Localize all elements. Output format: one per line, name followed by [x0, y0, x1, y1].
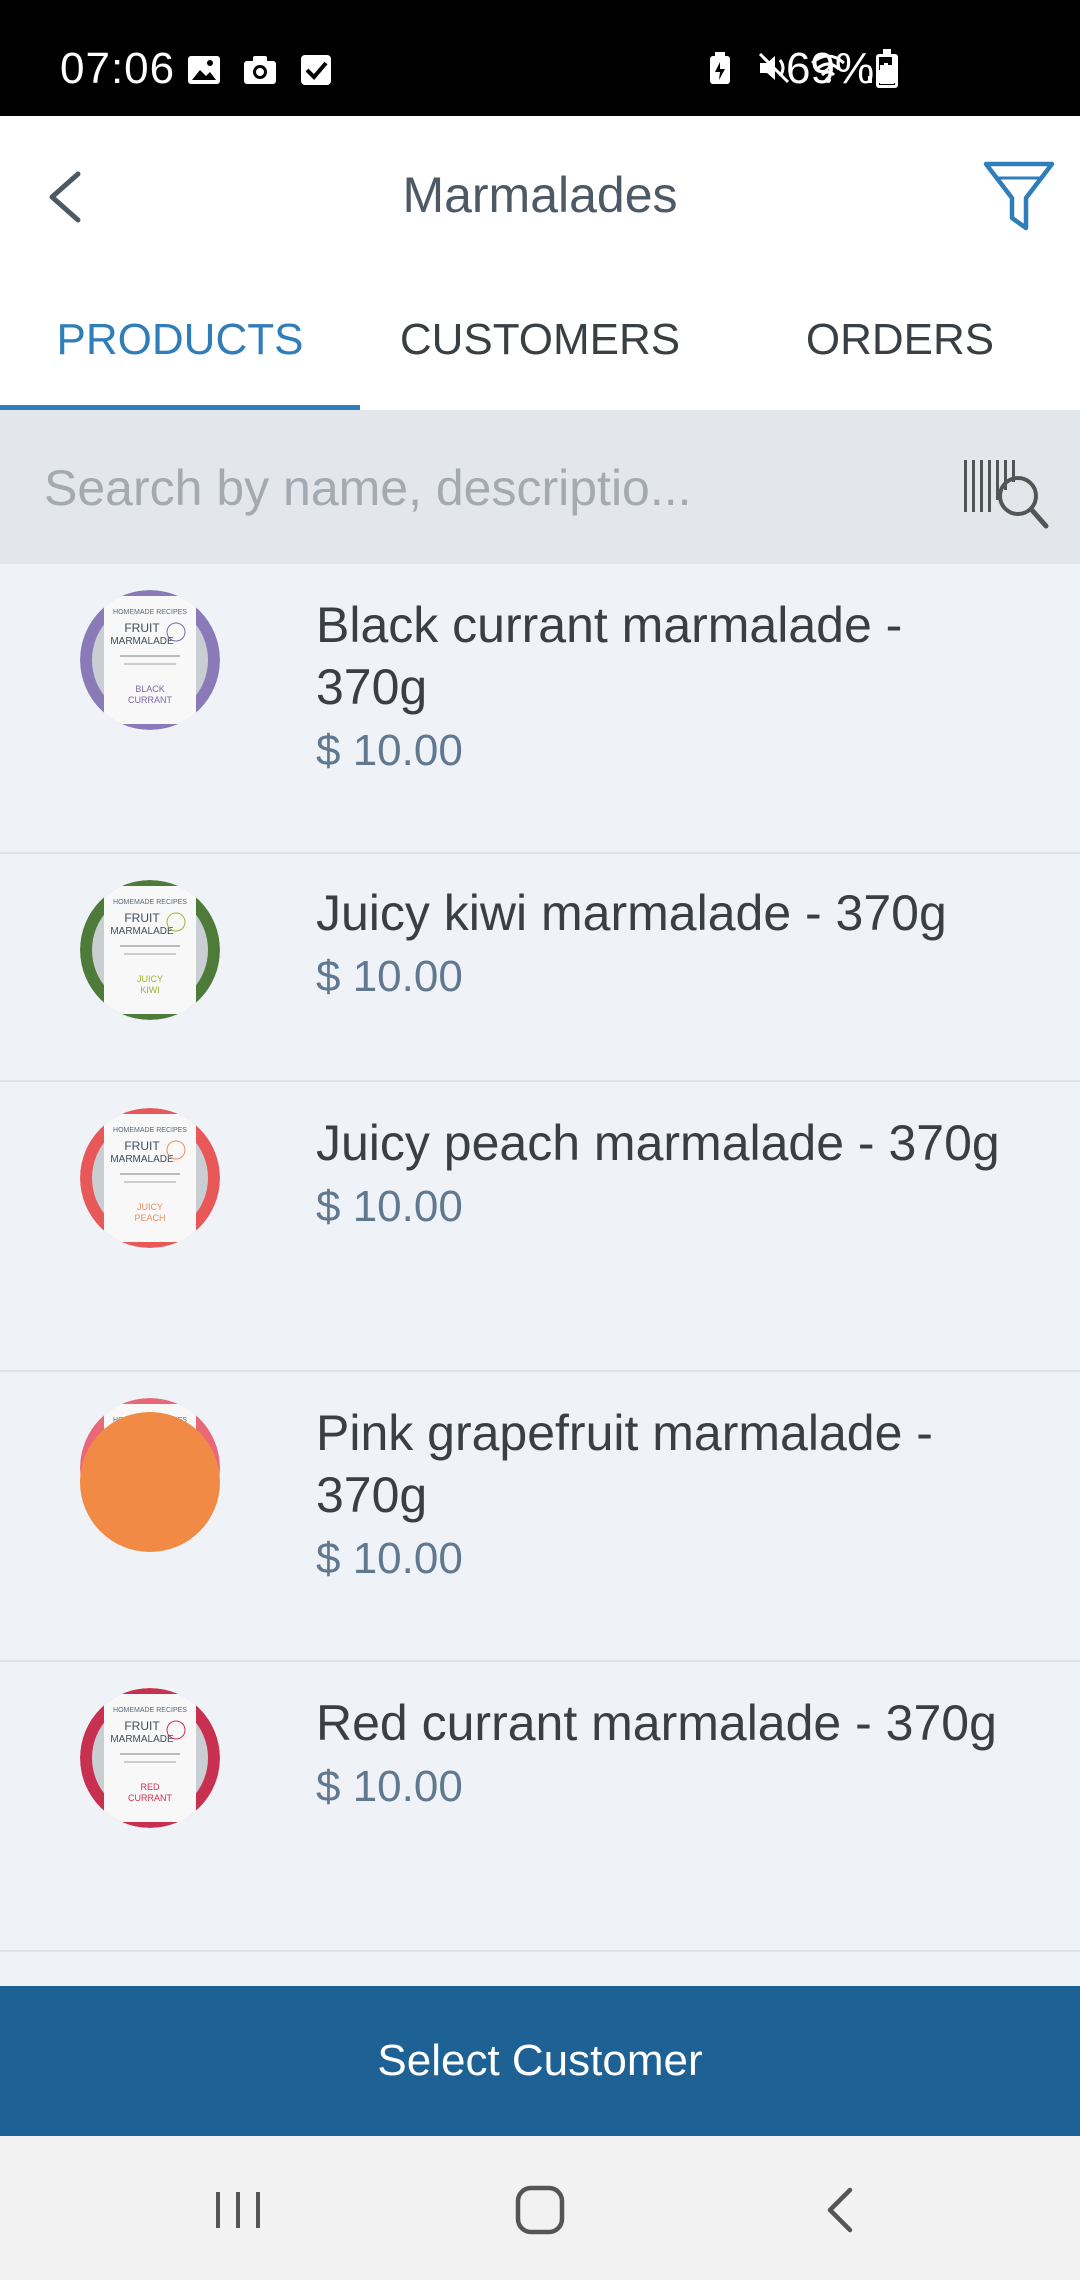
page-title: Marmalades	[402, 167, 678, 223]
checkbox-icon	[301, 55, 331, 85]
status-bar: 07:06 69%	[0, 0, 1080, 116]
battery-icon	[876, 49, 898, 88]
svg-text:MARMALADE: MARMALADE	[110, 1154, 174, 1165]
product-name: Red currant marmalade - 370g	[316, 1695, 997, 1751]
product-price: $ 10.00	[316, 1534, 463, 1583]
svg-text:RED: RED	[140, 1782, 160, 1792]
svg-text:KIWI: KIWI	[140, 985, 160, 995]
camera-icon	[244, 56, 276, 84]
product-thumbnail-partial	[80, 1412, 220, 1552]
product-name: Pink grapefruit marmalade - 370g	[316, 1405, 933, 1523]
product-thumbnail: HOMEMADE RECIPES FRUIT MARMALADE BLACK C…	[80, 590, 220, 730]
svg-text:MARMALADE: MARMALADE	[110, 1734, 174, 1745]
app-header: Marmalades	[0, 116, 1080, 276]
product-name: Juicy peach marmalade - 370g	[316, 1115, 1000, 1171]
tab-bar: PRODUCTS CUSTOMERS ORDERS	[0, 276, 1080, 410]
svg-text:PEACH: PEACH	[134, 1213, 165, 1223]
svg-text:HOMEMADE RECIPES: HOMEMADE RECIPES	[113, 1127, 187, 1134]
svg-text:JUICY: JUICY	[137, 1202, 163, 1212]
product-info: Black currant marmalade - 370g $ 10.00	[316, 594, 1020, 776]
product-info: Red currant marmalade - 370g $ 10.00	[316, 1692, 1020, 1812]
recent-apps-icon[interactable]	[198, 2180, 278, 2240]
gallery-icon	[188, 56, 220, 84]
search-bar	[0, 410, 1080, 564]
status-left-icons	[186, 52, 334, 88]
tab-orders[interactable]: ORDERS	[720, 276, 1080, 410]
product-list: HOMEMADE RECIPES FRUIT MARMALADE BLACK C…	[0, 564, 1080, 1986]
svg-text:HOMEMADE RECIPES: HOMEMADE RECIPES	[113, 1707, 187, 1714]
product-row[interactable]: HOMEMADE RECIPES FRUIT MARMALADE JUICY K…	[0, 854, 1080, 1082]
product-info: Juicy kiwi marmalade - 370g $ 10.00	[316, 882, 1020, 1002]
svg-text:HOMEMADE RECIPES: HOMEMADE RECIPES	[113, 899, 187, 906]
product-row[interactable]: HOMEMADE RECIPES FRUIT MARMALADE RED CUR…	[0, 1662, 1080, 1952]
svg-text:FRUIT: FRUIT	[124, 911, 160, 925]
product-row[interactable]: HOMEMADE RECIPES FRUIT MARMALADE BLACK C…	[0, 564, 1080, 854]
svg-text:BLACK: BLACK	[135, 684, 165, 694]
product-name: Juicy kiwi marmalade - 370g	[316, 885, 947, 941]
product-price: $ 10.00	[316, 952, 463, 1001]
product-thumbnail: HOMEMADE RECIPES FRUIT MARMALADE JUICY P…	[80, 1108, 220, 1248]
filter-icon[interactable]	[980, 154, 1058, 238]
battery-percentage: 69%	[786, 44, 875, 93]
product-thumbnail: HOMEMADE RECIPES FRUIT MARMALADE JUICY K…	[80, 880, 220, 1020]
svg-text:FRUIT: FRUIT	[124, 1139, 160, 1153]
svg-text:MARMALADE: MARMALADE	[110, 926, 174, 937]
product-price: $ 10.00	[316, 726, 463, 775]
barcode-search-icon[interactable]	[960, 452, 1050, 532]
search-input[interactable]	[44, 450, 944, 526]
product-name: Black currant marmalade - 370g	[316, 597, 903, 715]
home-icon[interactable]	[500, 2180, 580, 2240]
back-icon[interactable]	[802, 2180, 882, 2240]
product-thumbnail: HOMEMADE RECIPES FRUIT MARMALADE RED CUR…	[80, 1688, 220, 1828]
product-price: $ 10.00	[316, 1182, 463, 1231]
svg-text:FRUIT: FRUIT	[124, 1719, 160, 1733]
status-time: 07:06	[60, 44, 176, 93]
svg-text:CURRANT: CURRANT	[128, 695, 173, 705]
product-info: Pink grapefruit marmalade - 370g $ 10.00	[316, 1402, 1020, 1584]
svg-text:HOMEMADE RECIPES: HOMEMADE RECIPES	[113, 609, 187, 616]
tab-customers[interactable]: CUSTOMERS	[360, 276, 720, 410]
svg-text:JUICY: JUICY	[137, 974, 163, 984]
product-price: $ 10.00	[316, 1762, 463, 1811]
svg-text:MARMALADE: MARMALADE	[110, 636, 174, 647]
svg-text:CURRANT: CURRANT	[128, 1793, 173, 1803]
svg-text:FRUIT: FRUIT	[124, 621, 160, 635]
battery-saver-icon	[710, 52, 730, 84]
product-row[interactable]: HOMEMADE RECIPES FRUIT MARMALADE JUICY P…	[0, 1082, 1080, 1372]
select-customer-button[interactable]: Select Customer	[0, 1986, 1080, 2136]
battery-level-fill	[880, 64, 894, 84]
product-info: Juicy peach marmalade - 370g $ 10.00	[316, 1112, 1020, 1232]
tab-products[interactable]: PRODUCTS	[0, 276, 360, 410]
system-nav-bar	[0, 2136, 1080, 2280]
